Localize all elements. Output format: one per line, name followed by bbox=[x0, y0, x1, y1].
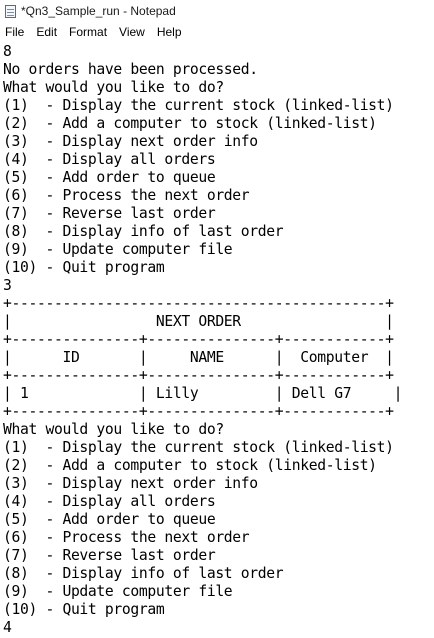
text-line: (6) - Process the next order bbox=[3, 187, 250, 204]
text-line: (2) - Add a computer to stock (linked-li… bbox=[3, 115, 377, 132]
text-line: (7) - Reverse last order bbox=[3, 547, 216, 564]
title-bar[interactable]: *Qn3_Sample_run - Notepad bbox=[0, 0, 434, 22]
table-border-line: +---------------------------------------… bbox=[3, 295, 394, 312]
text-line: (4) - Display all orders bbox=[3, 493, 216, 510]
text-line: 4 bbox=[3, 619, 12, 636]
table-header-line: | ID | NAME | Computer | bbox=[3, 349, 394, 366]
text-line: What would you like to do? bbox=[3, 421, 224, 438]
text-line: (9) - Update computer file bbox=[3, 583, 233, 600]
table-title-line: | NEXT ORDER | bbox=[3, 313, 394, 330]
notepad-icon bbox=[5, 4, 16, 18]
text-line: (10) - Quit program bbox=[3, 259, 165, 276]
menu-file[interactable]: File bbox=[0, 25, 30, 39]
text-line: (4) - Display all orders bbox=[3, 151, 216, 168]
text-line: (9) - Update computer file bbox=[3, 241, 233, 258]
table-border-line: +---------------+---------------+-------… bbox=[3, 331, 394, 348]
menu-edit[interactable]: Edit bbox=[30, 25, 63, 39]
text-line: What would you like to do? bbox=[3, 79, 224, 96]
menu-help[interactable]: Help bbox=[151, 25, 188, 39]
text-line: 3 bbox=[3, 277, 12, 294]
text-line: (8) - Display info of last order bbox=[3, 565, 284, 582]
text-line: 8 bbox=[3, 43, 12, 60]
text-editor-area[interactable]: 8 No orders have been processed. What wo… bbox=[0, 42, 434, 638]
text-line: (7) - Reverse last order bbox=[3, 205, 216, 222]
text-line: (3) - Display next order info bbox=[3, 133, 258, 150]
table-border-line: +---------------+---------------+-------… bbox=[3, 403, 394, 420]
text-line: (1) - Display the current stock (linked-… bbox=[3, 97, 394, 114]
text-line: (1) - Display the current stock (linked-… bbox=[3, 439, 394, 456]
text-line: (10) - Quit program bbox=[3, 601, 165, 618]
window-title: *Qn3_Sample_run - Notepad bbox=[21, 4, 176, 18]
text-line: (5) - Add order to queue bbox=[3, 169, 216, 186]
menu-bar: File Edit Format View Help bbox=[0, 22, 434, 42]
text-line: (5) - Add order to queue bbox=[3, 511, 216, 528]
table-row-line: | 1 | Lilly | Dell G7 | bbox=[3, 385, 403, 402]
table-border-line: +---------------+---------------+-------… bbox=[3, 367, 394, 384]
text-line: (8) - Display info of last order bbox=[3, 223, 284, 240]
text-line: (6) - Process the next order bbox=[3, 529, 250, 546]
text-line: (2) - Add a computer to stock (linked-li… bbox=[3, 457, 377, 474]
menu-format[interactable]: Format bbox=[63, 25, 113, 39]
text-line: (3) - Display next order info bbox=[3, 475, 258, 492]
menu-view[interactable]: View bbox=[113, 25, 151, 39]
text-line: No orders have been processed. bbox=[3, 61, 258, 78]
